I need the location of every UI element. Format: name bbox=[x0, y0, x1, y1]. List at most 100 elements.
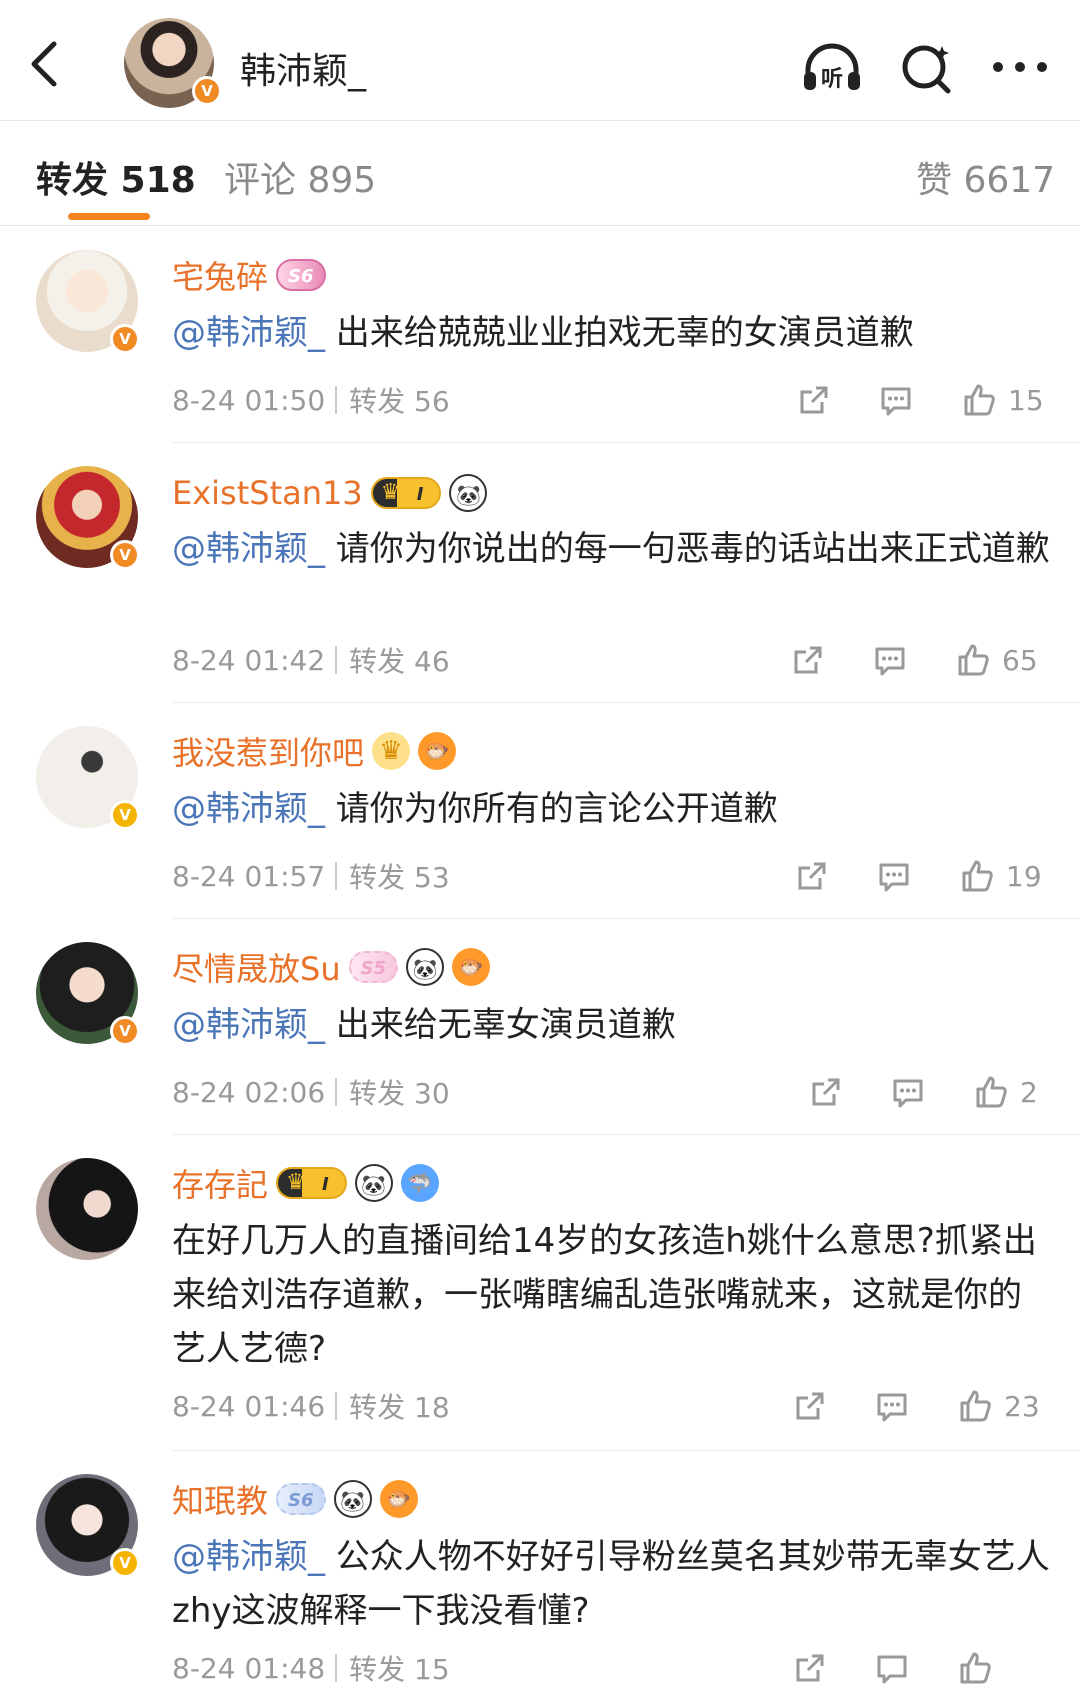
mention-link[interactable]: @韩沛颖_ bbox=[172, 529, 325, 569]
rank-badge: I bbox=[276, 1167, 347, 1199]
avatar[interactable]: V bbox=[36, 942, 140, 1046]
avatar[interactable]: V bbox=[36, 1474, 140, 1578]
verified-badge-icon: V bbox=[192, 76, 222, 106]
comment-header: 存存記 I 🐼 🦈 bbox=[172, 1160, 439, 1206]
username[interactable]: 我没惹到你吧 bbox=[172, 728, 364, 774]
comment-text: @韩沛颖_ 公众人物不好好引导粉丝莫名其妙带无辜女艺人 zhy这波解释一下我没看… bbox=[172, 1537, 1050, 1631]
avatar[interactable]: V bbox=[36, 250, 140, 354]
tab-reposts[interactable]: 转发 518 bbox=[36, 151, 196, 203]
comment-text: 在好几万人的直播间给14岁的女孩造h姚什么意思?抓紧出来给刘浩存道歉，一张嘴瞎编… bbox=[172, 1221, 1037, 1369]
share-button[interactable] bbox=[792, 1646, 828, 1690]
avatar[interactable] bbox=[36, 1158, 138, 1260]
comment-icon bbox=[881, 387, 911, 416]
level-badge: S6 bbox=[276, 1483, 326, 1515]
rank-badge: I bbox=[370, 477, 442, 509]
share-button[interactable] bbox=[796, 378, 832, 422]
repost-count: 转发 46 bbox=[349, 645, 450, 678]
comment-header: 宅兔碎 S6 bbox=[172, 252, 326, 298]
timestamp: 8-24 01:50 bbox=[172, 383, 326, 417]
avatar[interactable]: V bbox=[36, 726, 140, 830]
verified-badge-icon: V bbox=[110, 324, 140, 354]
tab-comments[interactable]: 评论 895 bbox=[224, 151, 376, 203]
comment-button[interactable] bbox=[890, 1070, 926, 1114]
username[interactable]: 存存記 bbox=[172, 1160, 268, 1206]
level-badge: S6 bbox=[276, 259, 326, 291]
comment-divider bbox=[172, 702, 1080, 703]
timestamp: 8-24 01:46 bbox=[172, 1389, 326, 1423]
tab-bar: 转发 518 评论 895 赞 6617 bbox=[0, 121, 1080, 225]
like-count: 15 bbox=[1008, 383, 1044, 417]
comment-text: @韩沛颖_ 请你为你所有的言论公开道歉 bbox=[172, 789, 778, 829]
account-name[interactable]: 韩沛颖_ bbox=[240, 42, 366, 94]
timestamp: 8-24 01:42 bbox=[172, 643, 326, 677]
username[interactable]: ExistStan13 bbox=[172, 474, 363, 512]
comment-divider bbox=[172, 1450, 1080, 1451]
more-icon[interactable] bbox=[988, 40, 1052, 94]
top-bar: V 韩沛颖_ 听 bbox=[0, 0, 1080, 120]
panda-icon: 🐼 bbox=[406, 948, 445, 986]
comment-icon bbox=[875, 647, 905, 676]
share-icon bbox=[796, 1392, 824, 1420]
thumbs-up-icon bbox=[962, 860, 993, 892]
panda-icon: 🐼 bbox=[354, 1164, 393, 1202]
search-icon[interactable] bbox=[896, 40, 960, 94]
comment-button[interactable] bbox=[874, 1646, 910, 1690]
verified-badge-icon: V bbox=[110, 800, 140, 830]
comment-divider bbox=[172, 918, 1080, 919]
verified-badge-icon: V bbox=[110, 540, 140, 570]
comment-meta: 8-24 02:06 转发 30 bbox=[172, 1072, 450, 1112]
share-button[interactable] bbox=[792, 1384, 828, 1428]
thumbs-up-icon bbox=[960, 1652, 991, 1684]
like-button[interactable]: 19 bbox=[960, 854, 1042, 898]
comment-icon bbox=[877, 1655, 907, 1684]
mention-link[interactable]: @韩沛颖_ bbox=[172, 313, 325, 353]
comment-meta: 8-24 01:57 转发 53 bbox=[172, 856, 450, 896]
comment-meta: 8-24 01:48 转发 15 bbox=[172, 1648, 450, 1688]
panda-icon: 🐼 bbox=[449, 474, 488, 512]
like-button[interactable]: 15 bbox=[962, 378, 1044, 422]
account-avatar[interactable]: V bbox=[124, 18, 222, 108]
share-button[interactable] bbox=[794, 854, 830, 898]
pufferfish-icon: 🐡 bbox=[452, 948, 491, 986]
mention-link[interactable]: @韩沛颖_ bbox=[172, 789, 325, 829]
username[interactable]: 知珉教 bbox=[172, 1476, 268, 1522]
share-icon bbox=[800, 386, 828, 414]
avatar[interactable]: V bbox=[36, 466, 140, 570]
repost-count: 转发 15 bbox=[349, 1653, 450, 1686]
verified-badge-icon: V bbox=[110, 1016, 140, 1046]
comment-header: ExistStan13 I 🐼 bbox=[172, 470, 488, 516]
share-icon bbox=[798, 862, 826, 890]
username[interactable]: 尽情晟放Su bbox=[172, 944, 341, 990]
share-icon bbox=[796, 1654, 824, 1682]
listen-headphones-icon[interactable]: 听 bbox=[800, 40, 864, 94]
share-icon bbox=[812, 1078, 840, 1106]
comment-header: 知珉教 S6 🐼 🐡 bbox=[172, 1476, 418, 1522]
tab-likes[interactable]: 赞 6617 bbox=[916, 151, 1055, 203]
shark-icon: 🦈 bbox=[400, 1164, 439, 1202]
comment-icon bbox=[877, 1393, 907, 1422]
comment-button[interactable] bbox=[874, 1384, 910, 1428]
share-button[interactable] bbox=[808, 1070, 844, 1114]
like-button[interactable] bbox=[958, 1646, 1004, 1690]
panda-icon: 🐼 bbox=[333, 1480, 372, 1518]
comment-header: 尽情晟放Su S5 🐼 🐡 bbox=[172, 944, 491, 990]
mention-link[interactable]: @韩沛颖_ bbox=[172, 1537, 325, 1577]
like-button[interactable]: 23 bbox=[958, 1384, 1040, 1428]
like-count: 2 bbox=[1020, 1075, 1038, 1109]
comment-text: @韩沛颖_ 出来给兢兢业业拍戏无辜的女演员道歉 bbox=[172, 313, 914, 353]
crown-icon: ♛ bbox=[372, 732, 411, 770]
comment-divider bbox=[172, 1134, 1080, 1135]
timestamp: 8-24 01:48 bbox=[172, 1651, 326, 1685]
comment-icon bbox=[893, 1079, 923, 1108]
like-button[interactable]: 65 bbox=[956, 638, 1038, 682]
username[interactable]: 宅兔碎 bbox=[172, 252, 268, 298]
comment-button[interactable] bbox=[872, 638, 908, 682]
share-button[interactable] bbox=[790, 638, 826, 682]
timestamp: 8-24 02:06 bbox=[172, 1075, 326, 1109]
back-arrow-icon[interactable] bbox=[22, 36, 70, 92]
comment-button[interactable] bbox=[878, 378, 914, 422]
comment-button[interactable] bbox=[876, 854, 912, 898]
mention-link[interactable]: @韩沛颖_ bbox=[172, 1005, 325, 1045]
thumbs-up-icon bbox=[960, 1390, 991, 1422]
like-button[interactable]: 2 bbox=[974, 1070, 1038, 1114]
